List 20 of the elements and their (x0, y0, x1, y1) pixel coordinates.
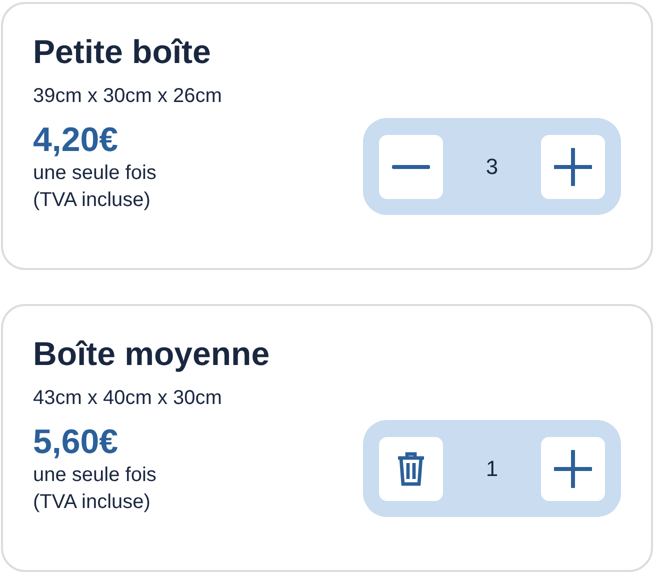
price-note: une seule fois (33, 160, 156, 186)
price-note: (TVA incluse) (33, 188, 152, 213)
product-dimensions: 43cm x 40cm x 30cm (33, 386, 223, 410)
product-price: 4,20€ (33, 122, 120, 160)
delete-button[interactable] (379, 436, 443, 501)
increase-button[interactable] (541, 436, 605, 501)
minus-icon (392, 164, 430, 169)
decrease-button[interactable] (379, 134, 443, 199)
trash-icon (397, 452, 425, 486)
plus-icon (554, 148, 592, 186)
product-title: Petite boîte (33, 34, 212, 70)
price-note: une seule fois (33, 462, 156, 488)
price-note: (TVA incluse) (33, 490, 152, 515)
quantity-value: 1 (486, 455, 498, 484)
product-price: 5,60€ (33, 424, 120, 462)
quantity-value: 3 (486, 153, 498, 182)
plus-icon (554, 450, 592, 488)
increase-button[interactable] (541, 134, 605, 199)
product-title: Boîte moyenne (33, 336, 271, 372)
product-dimensions: 39cm x 30cm x 26cm (33, 84, 223, 108)
